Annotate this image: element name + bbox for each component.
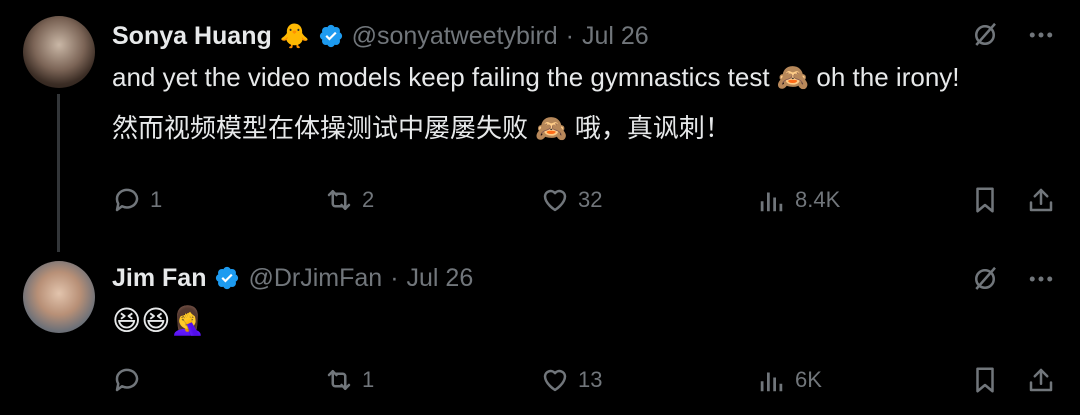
like-button[interactable]: 32 — [540, 185, 602, 215]
share-icon — [1029, 188, 1053, 212]
reply-icon — [115, 368, 139, 392]
tweet-jim-fan[interactable]: Jim Fan @DrJimFan · Jul 26 😆😆🤦‍♀️ — [0, 250, 1080, 415]
bookmark-icon — [976, 367, 994, 393]
verified-badge-icon — [216, 266, 239, 290]
tweet-header: Jim Fan @DrJimFan · Jul 26 — [112, 258, 473, 298]
retweet-count: 1 — [362, 367, 375, 392]
share-button[interactable] — [1026, 365, 1056, 395]
tweet-header: Sonya Huang 🐥 @sonyatweetybird · Jul 26 — [112, 16, 649, 56]
tweet-top-icons — [970, 20, 1056, 50]
bookmark-button[interactable] — [970, 185, 1000, 215]
separator-dot: · — [390, 263, 399, 292]
tweet-actions: 1 2 32 8.4K — [112, 180, 1064, 220]
reply-button[interactable] — [112, 365, 150, 395]
tweet-text-line: and yet the video models keep failing th… — [112, 62, 960, 92]
retweet-button[interactable]: 1 — [324, 365, 374, 395]
tweet-sonya-huang[interactable]: Sonya Huang 🐥 @sonyatweetybird · Jul 26 … — [0, 0, 1080, 252]
separator-dot: · — [565, 21, 574, 50]
views-button[interactable]: 6K — [757, 365, 822, 395]
tweet-date[interactable]: Jul 26 — [407, 264, 474, 293]
views-icon — [760, 192, 783, 212]
retweet-button[interactable]: 2 — [324, 185, 374, 215]
tweet-text-line: 😆😆🤦‍♀️ — [112, 305, 206, 336]
grok-icon[interactable] — [970, 20, 1000, 50]
retweet-icon — [327, 190, 351, 210]
like-count: 13 — [578, 367, 603, 392]
author-emoji: 🐥 — [279, 22, 310, 50]
views-icon — [760, 372, 783, 392]
share-button[interactable] — [1026, 185, 1056, 215]
like-button[interactable]: 13 — [540, 365, 602, 395]
tweet-actions: 1 13 6K — [112, 360, 1064, 400]
avatar[interactable] — [23, 16, 95, 88]
views-count: 6K — [795, 367, 822, 392]
views-button[interactable]: 8.4K — [757, 185, 840, 215]
author-name[interactable]: Jim Fan — [112, 264, 206, 293]
author-handle[interactable]: @sonyatweetybird — [352, 22, 558, 51]
bookmark-icon — [976, 187, 994, 213]
tweet-text-line: 然而视频模型在体操测试中屡屡失败 🙈 哦，真讽刺！ — [112, 113, 731, 143]
retweet-count: 2 — [362, 187, 375, 212]
like-icon — [543, 369, 567, 392]
more-icon[interactable] — [1026, 264, 1056, 294]
reply-icon — [115, 188, 139, 212]
verified-badge-icon — [319, 24, 342, 48]
views-count: 8.4K — [795, 187, 841, 212]
like-count: 32 — [578, 187, 603, 212]
retweet-icon — [327, 370, 351, 390]
share-icon — [1029, 368, 1053, 392]
author-name[interactable]: Sonya Huang — [112, 22, 272, 51]
bookmark-button[interactable] — [970, 365, 1000, 395]
like-icon — [543, 189, 567, 212]
tweet-top-icons — [970, 264, 1056, 294]
grok-icon[interactable] — [970, 264, 1000, 294]
author-handle[interactable]: @DrJimFan — [248, 264, 382, 293]
tweet-date[interactable]: Jul 26 — [582, 22, 649, 51]
avatar[interactable] — [23, 261, 95, 333]
thread-connector-line — [57, 94, 60, 252]
reply-count: 1 — [150, 187, 163, 212]
reply-button[interactable]: 1 — [112, 185, 162, 215]
more-icon[interactable] — [1026, 20, 1056, 50]
